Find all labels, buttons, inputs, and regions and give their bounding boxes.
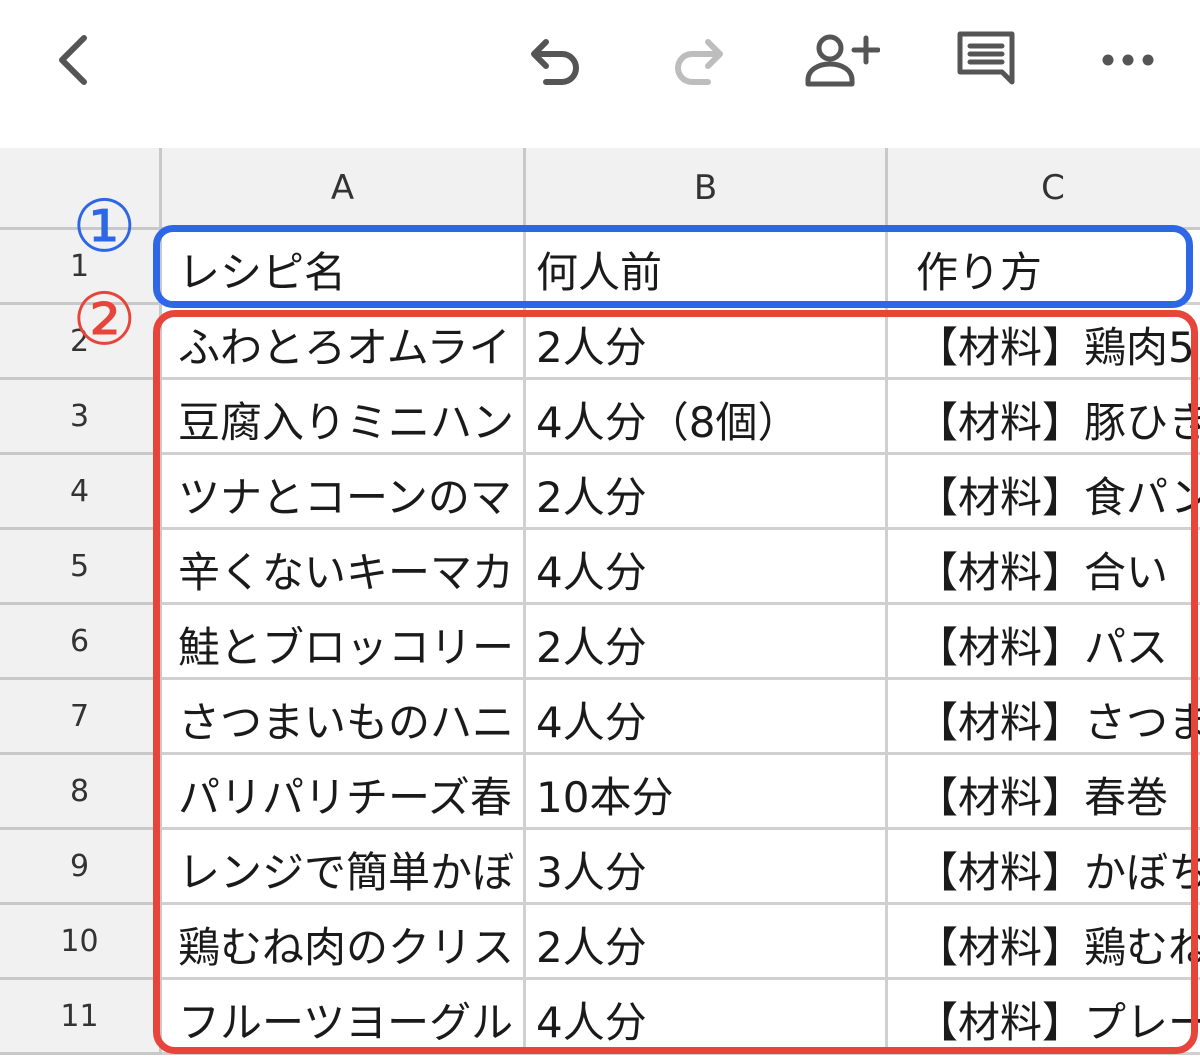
more-button[interactable] xyxy=(1092,24,1164,96)
more-icon xyxy=(1102,54,1154,66)
redo-button[interactable] xyxy=(662,24,734,96)
redo-icon xyxy=(675,39,723,85)
undo-icon xyxy=(531,39,579,85)
share-person-add-icon xyxy=(805,34,880,87)
row-header[interactable]: 4 xyxy=(0,455,162,530)
toolbar xyxy=(0,0,1200,148)
comment-button[interactable] xyxy=(946,22,1026,98)
row-header[interactable]: 10 xyxy=(0,905,162,980)
row-header[interactable]: 5 xyxy=(0,530,162,605)
back-button[interactable] xyxy=(40,22,104,98)
back-icon xyxy=(59,35,87,85)
row-header[interactable]: 6 xyxy=(0,605,162,680)
row-header[interactable]: 3 xyxy=(0,380,162,455)
undo-button[interactable] xyxy=(520,24,592,96)
annotation-marker-2: ② xyxy=(72,277,137,361)
row-header[interactable]: 7 xyxy=(0,680,162,755)
comment-icon xyxy=(957,31,1015,85)
row-header[interactable]: 9 xyxy=(0,830,162,905)
row-header[interactable]: 11 xyxy=(0,980,162,1055)
column-header-a[interactable]: A xyxy=(162,148,526,230)
column-header-c[interactable]: C xyxy=(888,148,1200,230)
column-header-b[interactable]: B xyxy=(526,148,888,230)
row-header[interactable]: 8 xyxy=(0,755,162,830)
annotation-marker-1: ① xyxy=(72,184,137,268)
highlight-header-row xyxy=(153,225,1193,308)
highlight-data-rows xyxy=(153,310,1198,1054)
share-button[interactable] xyxy=(800,24,884,96)
